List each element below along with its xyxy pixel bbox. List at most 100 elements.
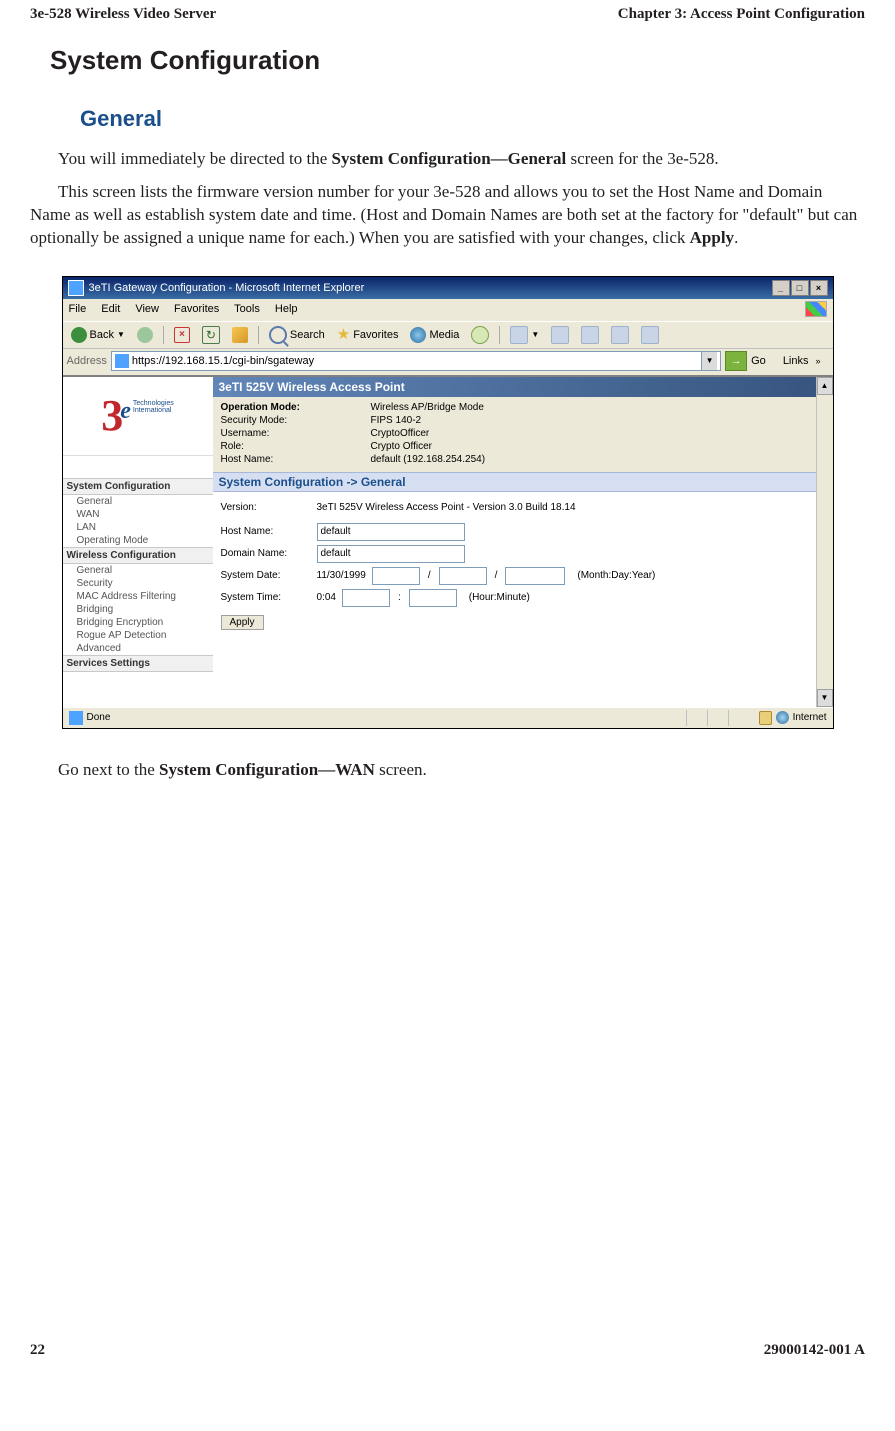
history-button[interactable]	[467, 325, 493, 345]
info-username-label: Username:	[221, 428, 371, 439]
url-text: https://192.168.15.1/cgi-bin/sgateway	[132, 355, 698, 367]
p2-part-c: .	[734, 228, 738, 247]
menu-tools[interactable]: Tools	[234, 303, 260, 315]
nav-lan[interactable]: LAN	[63, 521, 213, 534]
back-dropdown-icon[interactable]: ▼	[117, 330, 125, 339]
page-icon	[115, 354, 129, 368]
favorites-button[interactable]: ★Favorites	[333, 327, 403, 343]
apply-button[interactable]: Apply	[221, 615, 264, 630]
edit-icon	[581, 326, 599, 344]
messenger-button[interactable]	[637, 325, 663, 345]
time-sep: :	[396, 592, 403, 603]
nav-general[interactable]: General	[63, 495, 213, 508]
info-hostname-label: Host Name:	[221, 454, 371, 465]
status-cells	[686, 710, 749, 726]
go-button[interactable]: →	[725, 351, 747, 371]
menu-file[interactable]: File	[69, 303, 87, 315]
p1-part-c: screen for the 3e-528.	[566, 149, 718, 168]
time-hour-input[interactable]	[342, 589, 390, 607]
menu-edit[interactable]: Edit	[101, 303, 120, 315]
media-button[interactable]: Media	[406, 326, 463, 344]
favorites-label: Favorites	[353, 329, 398, 341]
nav-group-system-config[interactable]: System Configuration	[63, 478, 213, 495]
refresh-button[interactable]: ↻	[198, 325, 224, 345]
back-label: Back	[90, 329, 114, 341]
date-year-input[interactable]	[505, 567, 565, 585]
form-block: Version: 3eTI 525V Wireless Access Point…	[213, 492, 816, 707]
scroll-down-button[interactable]: ▼	[817, 689, 833, 707]
info-role-label: Role:	[221, 441, 371, 452]
date-sep: /	[493, 570, 500, 581]
nav-w-mac[interactable]: MAC Address Filtering	[63, 590, 213, 603]
logo-intl: International	[133, 407, 174, 414]
page-footer: 22 29000142-001 A	[30, 1342, 865, 1359]
search-button[interactable]: Search	[265, 325, 329, 345]
nav-w-general[interactable]: General	[63, 564, 213, 577]
discuss-button[interactable]	[607, 325, 633, 345]
footer-doc-id: 29000142-001 A	[764, 1342, 865, 1359]
main-pane: 3eTI 525V Wireless Access Point Operatio…	[213, 377, 816, 707]
mail-dropdown-icon[interactable]: ▼	[531, 330, 539, 339]
edit-button[interactable]	[577, 325, 603, 345]
links-label[interactable]: Links	[780, 355, 812, 367]
search-icon	[269, 326, 287, 344]
menu-view[interactable]: View	[135, 303, 159, 315]
back-button[interactable]: Back ▼	[67, 326, 129, 344]
info-block: Operation Mode:Wireless AP/Bridge Mode S…	[213, 397, 816, 472]
footer-page-number: 22	[30, 1342, 45, 1359]
lock-icon	[759, 711, 772, 725]
toolbar-separator	[499, 326, 500, 344]
menu-help[interactable]: Help	[275, 303, 298, 315]
address-dropdown-icon[interactable]: ▼	[701, 352, 717, 370]
header-left: 3e-528 Wireless Video Server	[30, 6, 216, 23]
history-icon	[471, 326, 489, 344]
domainname-input[interactable]: default	[317, 545, 465, 563]
print-icon	[551, 326, 569, 344]
address-input[interactable]: https://192.168.15.1/cgi-bin/sgateway ▼	[111, 351, 721, 371]
info-hostname-value: default (192.168.254.254)	[371, 454, 486, 465]
nav-w-bridging[interactable]: Bridging	[63, 603, 213, 616]
content-area: 3 e Technologies International System Co…	[63, 376, 833, 707]
p1-bold: System Configuration—General	[332, 149, 567, 168]
mail-icon	[510, 326, 528, 344]
nav-group-wireless-config[interactable]: Wireless Configuration	[63, 547, 213, 564]
nav-w-bridging-enc[interactable]: Bridging Encryption	[63, 616, 213, 629]
status-bar: Done Internet	[63, 707, 833, 728]
nav-operating-mode[interactable]: Operating Mode	[63, 534, 213, 547]
nav-wan[interactable]: WAN	[63, 508, 213, 521]
version-label: Version:	[221, 502, 311, 513]
p3-bold: System Configuration—WAN	[159, 760, 375, 779]
hostname-label: Host Name:	[221, 526, 311, 537]
mail-button[interactable]: ▼	[506, 325, 543, 345]
nav-w-advanced[interactable]: Advanced	[63, 642, 213, 655]
date-day-input[interactable]	[439, 567, 487, 585]
menu-favorites[interactable]: Favorites	[174, 303, 219, 315]
print-button[interactable]	[547, 325, 573, 345]
date-month-input[interactable]	[372, 567, 420, 585]
time-minute-input[interactable]	[409, 589, 457, 607]
domainname-label: Domain Name:	[221, 548, 311, 559]
status-page-icon	[69, 711, 83, 725]
logo: 3 e Technologies International	[63, 377, 213, 456]
nav-w-security[interactable]: Security	[63, 577, 213, 590]
refresh-icon: ↻	[202, 326, 220, 344]
forward-button[interactable]	[133, 326, 157, 344]
nav-w-rogue[interactable]: Rogue AP Detection	[63, 629, 213, 642]
home-button[interactable]	[228, 326, 252, 344]
vertical-scrollbar[interactable]: ▲ ▼	[816, 377, 833, 707]
links-chevron-icon[interactable]: »	[816, 356, 829, 366]
ie-icon	[68, 280, 84, 296]
minimize-button[interactable]: _	[772, 280, 790, 296]
close-button[interactable]: ×	[810, 280, 828, 296]
scroll-up-button[interactable]: ▲	[817, 377, 833, 395]
logo-e: e	[120, 398, 131, 425]
p2-bold: Apply	[690, 228, 734, 247]
stop-button[interactable]: ×	[170, 326, 194, 344]
sysdate-label: System Date:	[221, 570, 311, 581]
systime-current: 0:04	[317, 592, 336, 603]
hostname-input[interactable]: default	[317, 523, 465, 541]
forward-icon	[137, 327, 153, 343]
maximize-button[interactable]: □	[791, 280, 809, 296]
nav-group-services[interactable]: Services Settings	[63, 655, 213, 672]
paragraph-1: You will immediately be directed to the …	[30, 148, 865, 171]
